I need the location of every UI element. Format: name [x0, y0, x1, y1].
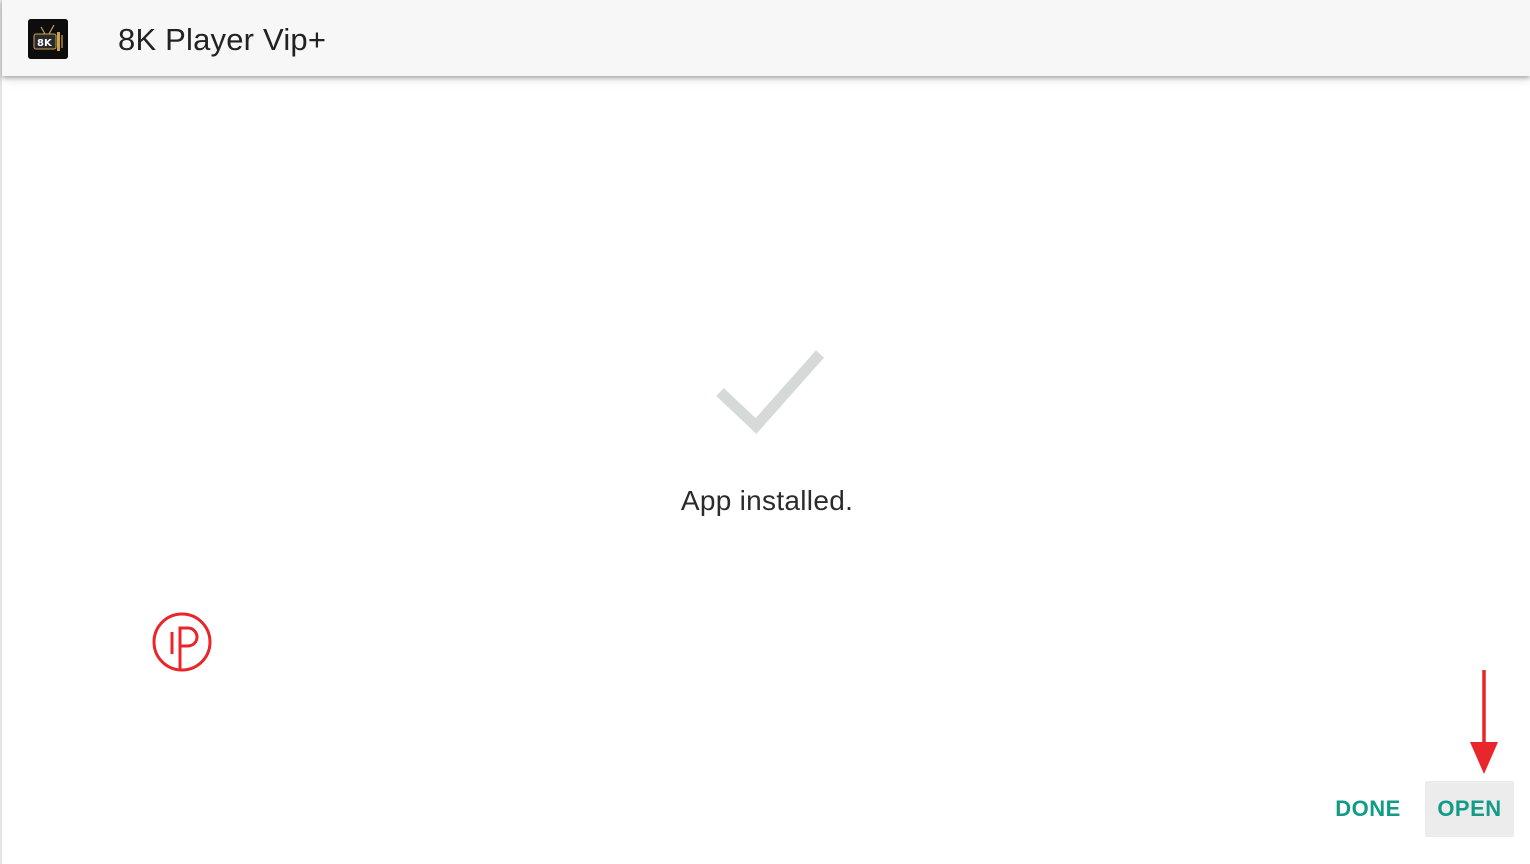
install-screen: 8K 8K Player Vip+ App installed. DONE OP… — [0, 0, 1530, 864]
install-status-text: App installed. — [680, 485, 854, 516]
done-button[interactable]: DONE — [1324, 781, 1412, 837]
checkmark-icon — [716, 350, 825, 434]
app-logo-text: 8K — [37, 38, 53, 49]
open-button[interactable]: OPEN — [1425, 781, 1514, 837]
app-title: 8K Player Vip+ — [118, 22, 327, 57]
ip-logo-icon — [152, 612, 212, 672]
app-logo-icon: 8K — [28, 19, 68, 59]
red-arrow-down-icon — [1470, 670, 1498, 774]
app-bar: 8K 8K Player Vip+ — [2, 0, 1530, 76]
